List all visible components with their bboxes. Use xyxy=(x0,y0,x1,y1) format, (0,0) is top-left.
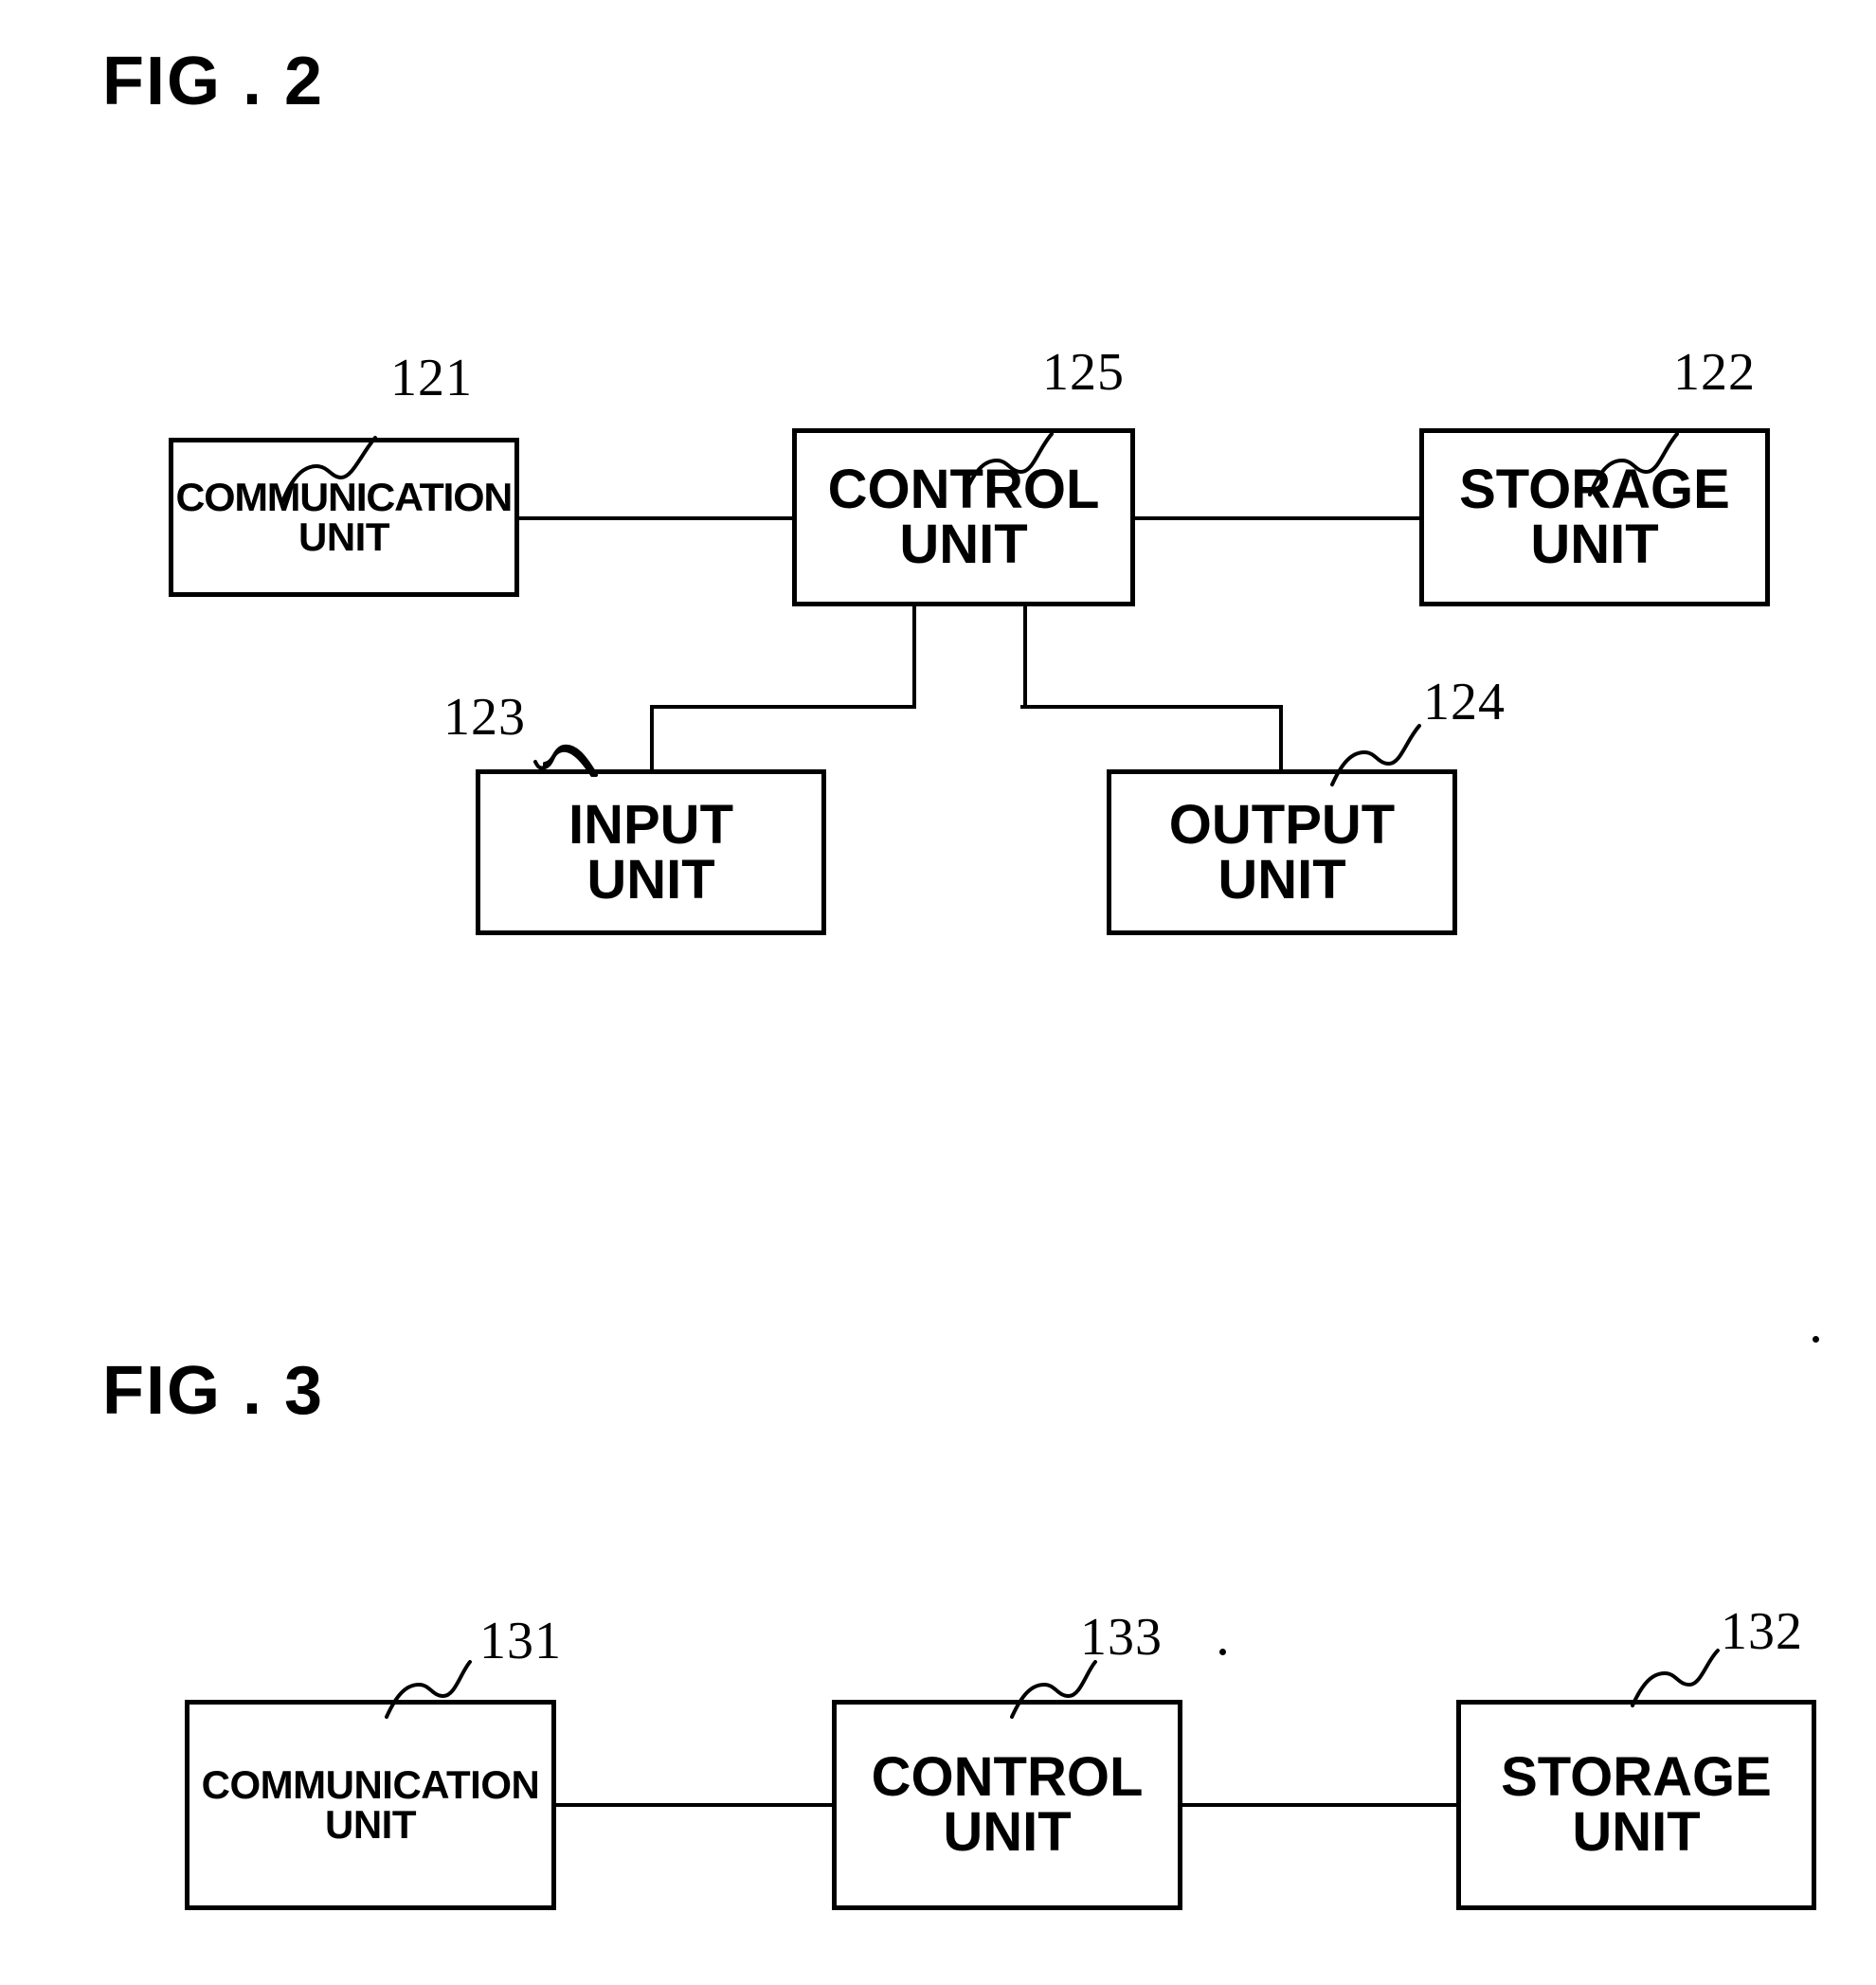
connector-control-down-left xyxy=(912,606,916,706)
reference-number-124: 124 xyxy=(1423,673,1506,731)
reference-number-123: 123 xyxy=(443,688,526,747)
leader-line-132 xyxy=(1631,1649,1720,1707)
figure-2-title: FIG . 2 xyxy=(102,44,325,119)
leader-line-131 xyxy=(385,1660,472,1719)
fig2-output-unit-box[interactable]: OUTPUT UNIT xyxy=(1107,769,1457,935)
fig2-output-unit-label-line1: OUTPUT xyxy=(1168,793,1396,856)
fig2-storage-unit-label-line2: UNIT xyxy=(1530,514,1659,575)
reference-number-133: 133 xyxy=(1080,1608,1163,1667)
reference-number-121: 121 xyxy=(390,349,473,407)
leader-line-122 xyxy=(1588,432,1679,496)
connector-control-down-right xyxy=(1023,606,1027,706)
leader-line-133 xyxy=(1010,1660,1097,1719)
fig3-connector-control-to-storage xyxy=(1182,1803,1470,1807)
fig3-control-unit-label-line2: UNIT xyxy=(943,1801,1072,1863)
figure-3-title: FIG . 3 xyxy=(102,1353,325,1429)
scan-speck xyxy=(1219,1649,1226,1655)
reference-number-132: 132 xyxy=(1721,1602,1803,1661)
fig3-communication-unit-label-line2: UNIT xyxy=(325,1802,417,1847)
leader-line-121 xyxy=(280,436,377,504)
connector-control-to-output-horizontal xyxy=(1020,705,1283,709)
scan-speck xyxy=(1813,1336,1819,1343)
reference-number-125: 125 xyxy=(1042,343,1125,402)
connector-control-to-storage xyxy=(1127,516,1431,520)
fig2-input-unit-label-line2: UNIT xyxy=(586,848,715,911)
fig3-storage-unit-label-line2: UNIT xyxy=(1572,1801,1701,1863)
fig3-storage-unit-label-line1: STORAGE xyxy=(1501,1746,1772,1808)
fig3-communication-unit-label-line1: COMMUNICATION xyxy=(201,1762,540,1807)
reference-number-122: 122 xyxy=(1673,343,1756,402)
connector-output-drop xyxy=(1279,705,1283,776)
fig2-output-unit-label-line2: UNIT xyxy=(1218,848,1346,911)
fig2-communication-unit-label-line2: UNIT xyxy=(298,514,390,559)
leader-line-123-stroke xyxy=(543,744,598,777)
fig2-input-unit-label-line1: INPUT xyxy=(568,793,733,856)
leader-line-125 xyxy=(963,432,1054,496)
fig2-control-unit-label-line2: UNIT xyxy=(899,514,1028,575)
reference-number-131: 131 xyxy=(479,1612,562,1670)
fig3-connector-communication-to-control xyxy=(555,1803,834,1807)
